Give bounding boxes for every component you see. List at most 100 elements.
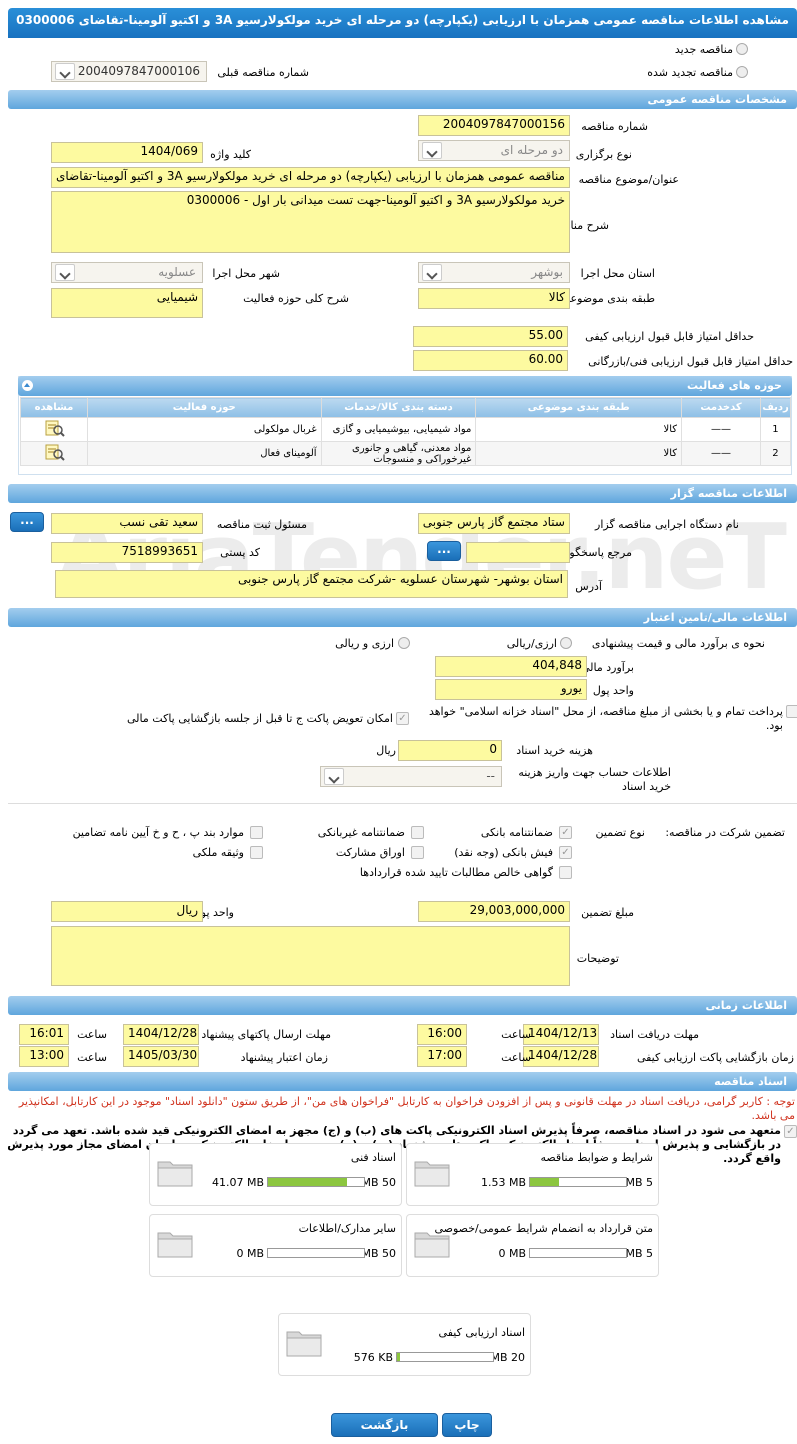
swap-text: امکان تعویض پاکت ج تا قبل از جلسه بازگشا…: [127, 712, 393, 725]
section-timing: اطلاعات زمانی: [8, 996, 797, 1015]
doc-cost-field[interactable]: 0: [398, 740, 502, 761]
doc-card[interactable]: اسناد فنی 50 MB 41.07 MB: [149, 1143, 402, 1206]
valid-time[interactable]: 13:00: [19, 1046, 69, 1067]
doc-card-title: سایر مدارک/اطلاعات: [298, 1222, 396, 1235]
doc-card-progress: [396, 1352, 494, 1362]
property-checkbox[interactable]: [250, 846, 263, 859]
subject-field[interactable]: مناقصه عمومی همزمان با ارزیابی (یکپارچه)…: [51, 167, 570, 188]
tender-number-field[interactable]: 2004097847000156: [418, 115, 570, 136]
keyword-field[interactable]: 1404/069: [51, 142, 203, 163]
valid-date[interactable]: 1405/03/30: [123, 1046, 199, 1067]
category-field[interactable]: کالا: [418, 288, 570, 309]
divider: [8, 803, 797, 804]
bank-guarantee-checkbox[interactable]: ✓: [559, 826, 572, 839]
col-row: ردیف: [759, 397, 792, 418]
guarantee-title: تضمین شرکت در مناقصه:: [665, 826, 785, 839]
postal-field[interactable]: 7518993651: [51, 542, 203, 563]
account-select[interactable]: --: [320, 766, 502, 787]
amount-field[interactable]: 29,003,000,000: [418, 901, 570, 922]
doc-card[interactable]: اسناد ارزیابی کیفی 20 MB 576 KB: [278, 1313, 531, 1376]
currency-label: واحد پول: [592, 684, 634, 697]
open-date[interactable]: 1404/12/28: [523, 1046, 599, 1067]
doc-card[interactable]: شرایط و ضوابط مناقصه 5 MB 1.53 MB: [406, 1143, 659, 1206]
collapse-icon[interactable]: [22, 380, 33, 391]
bank-slip-checkbox[interactable]: ✓: [559, 846, 572, 859]
folder-icon: [414, 1161, 450, 1187]
type-select[interactable]: دو مرحله ای: [418, 140, 570, 161]
bonds-label: اوراق مشارکت: [335, 846, 405, 859]
field-cell: غربال مولکولی: [86, 417, 322, 442]
currency-field[interactable]: یورو: [435, 679, 587, 700]
registrar-field[interactable]: سعید تقی نسب: [51, 513, 203, 534]
group-cell: مواد شیمیایی، بیوشیمیایی و گازی: [320, 417, 477, 442]
radio-currency[interactable]: [398, 637, 410, 649]
view-cell[interactable]: [20, 441, 88, 466]
commit-checkbox[interactable]: ✓: [784, 1125, 797, 1138]
min-quality-field[interactable]: 55.00: [413, 326, 568, 347]
doc-receive-date[interactable]: 1404/12/13: [523, 1024, 599, 1045]
col-group: دسته بندی کالا/خدمات: [320, 397, 477, 418]
send-time[interactable]: 16:01: [19, 1024, 69, 1045]
open-time[interactable]: 17:00: [417, 1046, 467, 1067]
prev-number-label: شماره مناقصه قبلی: [217, 66, 309, 79]
claims-checkbox[interactable]: [559, 866, 572, 879]
estimate-field[interactable]: 404,848: [435, 656, 587, 677]
send-label: مهلت ارسال پاکتهای پیشنهاد: [201, 1028, 331, 1041]
documents-notice: توجه : کاربر گرامی، دریافت اسناد در مهلت…: [18, 1095, 795, 1122]
doc-card-progress: [529, 1177, 627, 1187]
doc-card-max: 5 MB: [625, 1247, 653, 1260]
folder-icon: [157, 1161, 193, 1187]
notes-label: توضیحات: [576, 952, 619, 965]
radio-renewed-tender[interactable]: [736, 66, 748, 78]
col-field: حوزه فعالیت: [86, 397, 322, 418]
doc-card-title: متن قرارداد به انضمام شرایط عمومی/خصوصی: [434, 1222, 653, 1235]
nonbank-guarantee-checkbox[interactable]: [411, 826, 424, 839]
chevron-down-icon: [55, 264, 75, 281]
min-tech-field[interactable]: 60.00: [413, 350, 568, 371]
doc-card[interactable]: سایر مدارک/اطلاعات 50 MB 0 MB: [149, 1214, 402, 1277]
address-field[interactable]: استان بوشهر- شهرستان عسلویه -شرکت مجتمع …: [55, 570, 568, 598]
view-document-icon[interactable]: [43, 443, 65, 461]
city-select[interactable]: عسلویه: [51, 262, 203, 283]
subject-label: عنوان/موضوع مناقصه: [578, 173, 679, 186]
radio-new-tender[interactable]: [736, 43, 748, 55]
province-select[interactable]: بوشهر: [418, 262, 570, 283]
print-button[interactable]: چاپ: [442, 1413, 492, 1437]
doc-card-used: 0 MB: [498, 1247, 526, 1260]
clauses-checkbox[interactable]: [250, 826, 263, 839]
org-field[interactable]: ستاد مجتمع گاز پارس جنوبی: [418, 513, 570, 534]
city-value: عسلویه: [158, 265, 196, 279]
bonds-checkbox[interactable]: [411, 846, 424, 859]
doc-receive-label: مهلت دریافت اسناد: [610, 1028, 699, 1041]
back-button[interactable]: بازگشت: [331, 1413, 438, 1437]
activity-header: حوزه های فعالیت: [18, 376, 792, 396]
col-view: مشاهده: [20, 397, 88, 418]
doc-card-max: 50 MB: [361, 1247, 396, 1260]
registrar-lookup-button[interactable]: ...: [10, 512, 44, 532]
section-organizer: اطلاعات مناقصه گزار: [8, 484, 797, 503]
property-label: وثیقه ملکی: [192, 846, 244, 859]
code-cell: ——: [681, 441, 761, 466]
unit-field[interactable]: ریال: [51, 901, 203, 922]
doc-card-progress: [529, 1248, 627, 1258]
view-cell[interactable]: [20, 417, 88, 442]
field-cell: آلومینای فعال: [86, 441, 322, 466]
keyword-label: کلید واژه: [210, 148, 251, 161]
doc-card[interactable]: متن قرارداد به انضمام شرایط عمومی/خصوصی …: [406, 1214, 659, 1277]
row-cell: 1: [759, 417, 792, 442]
prev-number-select[interactable]: 2004097847000106: [51, 61, 207, 82]
send-date[interactable]: 1404/12/28: [123, 1024, 199, 1045]
activity-desc-field[interactable]: شیمیایی: [51, 288, 203, 318]
doc-card-progress-fill: [530, 1178, 560, 1186]
radio-rial[interactable]: [560, 637, 572, 649]
doc-receive-time[interactable]: 16:00: [417, 1024, 467, 1045]
description-field[interactable]: خرید مولکولارسیو 3A و اکتیو آلومینا-جهت …: [51, 191, 570, 253]
table-row: آلومینای فعال مواد معدنی، گیاهی و جانوری…: [20, 441, 792, 466]
ref-field[interactable]: [466, 542, 570, 563]
treasury-checkbox[interactable]: [786, 705, 797, 718]
prev-number-value: 2004097847000106: [77, 64, 200, 78]
notes-field[interactable]: [51, 926, 570, 986]
ref-lookup-button[interactable]: ...: [427, 541, 461, 561]
swap-checkbox[interactable]: ✓: [396, 712, 409, 725]
view-document-icon[interactable]: [43, 419, 65, 437]
